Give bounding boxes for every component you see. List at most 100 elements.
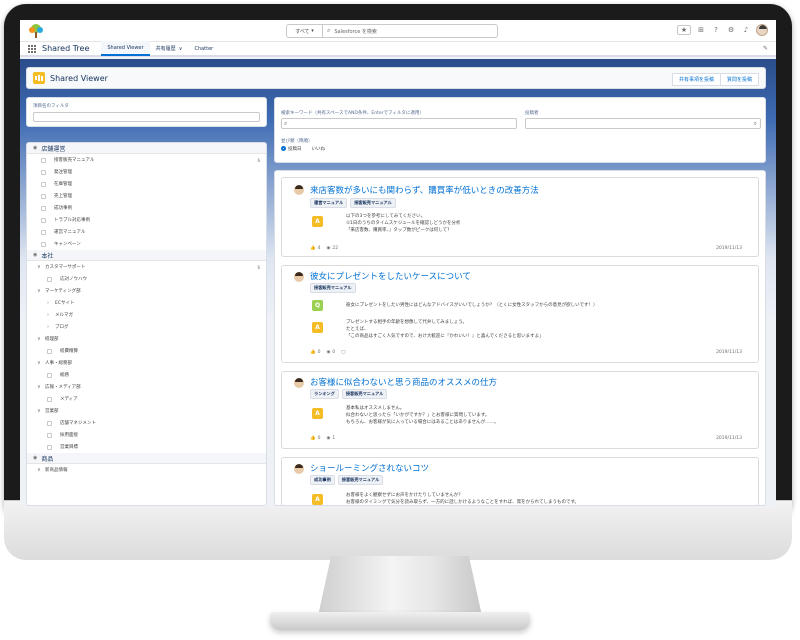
post-title-link[interactable]: お客様に似合わないと思う商品のオススメの仕方 — [310, 376, 497, 388]
poster-input[interactable]: ⌕ — [525, 118, 761, 129]
app-launcher-icon[interactable] — [28, 44, 36, 53]
chevron-down-icon[interactable]: ∨ — [37, 288, 42, 294]
gear-icon[interactable]: ⚙ — [726, 25, 736, 35]
chevron-right-icon[interactable]: › — [47, 312, 52, 318]
chevron-down-icon[interactable]: ∨ — [37, 360, 42, 366]
tag[interactable]: 成功事例 — [310, 475, 335, 485]
text-line: 以下の3つを参考にしてみてください。 — [346, 214, 426, 219]
tree-item[interactable]: ∨ 経理部 — [27, 333, 266, 345]
post-title-link[interactable]: ショールーミングされないコツ — [310, 462, 429, 474]
tree-item[interactable]: 採用面接 — [27, 429, 266, 441]
thumbs-up-icon[interactable]: 👍 — [310, 350, 316, 355]
chevron-down-icon[interactable]: ∨ — [37, 467, 42, 473]
tree-item[interactable]: 営業目標 — [27, 441, 266, 453]
edit-pencil-icon[interactable]: ✎ — [763, 45, 768, 52]
checkbox[interactable] — [41, 181, 46, 187]
tree-item[interactable]: 売上管理 — [27, 190, 266, 202]
checkbox[interactable] — [41, 217, 46, 223]
thumbs-up-icon[interactable]: 👍 — [310, 436, 316, 441]
tag[interactable]: ランキング — [310, 389, 339, 399]
tree-item[interactable]: 在庫管理 — [27, 178, 266, 190]
tree-item[interactable]: 成功事例 — [27, 202, 266, 214]
chevron-down-icon[interactable]: ∨ — [37, 384, 42, 390]
expand-icon[interactable]: ◉ — [33, 145, 37, 151]
radio-post-date[interactable] — [281, 146, 286, 151]
tree-item-label: 成功事例 — [54, 206, 72, 211]
checkbox[interactable] — [41, 193, 46, 199]
checkbox[interactable] — [41, 169, 46, 175]
post-share-button[interactable]: 共有事項を投稿 — [671, 73, 721, 86]
tab-shared-viewer[interactable]: Shared Viewer — [101, 41, 150, 56]
tree-item[interactable]: 経費精算 — [27, 345, 266, 357]
checkbox[interactable] — [47, 396, 52, 402]
checkbox[interactable] — [47, 432, 52, 438]
tree-item[interactable]: ∨ カスタマーサポート 6 — [27, 261, 266, 273]
post-title-link[interactable]: 来店客数が多いにも関わらず、購買率が低いときの改善方法 — [310, 184, 539, 196]
checkbox[interactable] — [47, 444, 52, 450]
tab-chatter[interactable]: Chatter — [188, 41, 219, 56]
tree-section-products[interactable]: ◉ 商品 — [27, 453, 266, 464]
author-avatar — [294, 378, 304, 388]
help-icon[interactable]: ? — [711, 25, 721, 35]
chevron-down-icon[interactable]: ∨ — [37, 336, 42, 342]
tree-item[interactable]: メディア — [27, 393, 266, 405]
tree-item[interactable]: 接客販売マニュアル 6 — [27, 154, 266, 166]
checkbox[interactable] — [47, 276, 52, 282]
chevron-down-icon[interactable]: ∨ — [37, 408, 42, 414]
chevron-right-icon[interactable]: › — [47, 324, 52, 330]
comment-icon[interactable]: ▢ — [341, 350, 345, 355]
tree-item[interactable]: ∨ マーケティング部 — [27, 285, 266, 297]
global-search[interactable]: すべて ▾ ⌕ Salesforce を検索 — [286, 24, 498, 38]
tag[interactable]: 接客販売マニュアル — [310, 283, 356, 293]
answer-text: プレゼントする相手の年齢を想像して代弁してみましょう。 たとえば、 「この商品は… — [346, 319, 544, 340]
eye-icon: ◉ — [326, 436, 331, 441]
tag[interactable]: 接客販売マニュアル — [350, 198, 396, 208]
tree-item[interactable]: › ECサイト — [27, 297, 266, 309]
tree-item[interactable]: 運営マニュアル — [27, 226, 266, 238]
user-avatar[interactable] — [756, 24, 768, 36]
post-question-button[interactable]: 質問を投稿 — [720, 73, 759, 86]
eye-icon: ◉ — [326, 350, 331, 355]
tree-item[interactable]: 店舗マネジメント — [27, 417, 266, 429]
tree-item[interactable]: 発注管理 — [27, 166, 266, 178]
favorites-star-icon[interactable]: ★ — [677, 25, 691, 35]
search-scope-dropdown[interactable]: すべて ▾ — [287, 25, 323, 37]
post-title-link[interactable]: 彼女にプレゼントをしたいケースについて — [310, 270, 471, 282]
checkbox[interactable] — [41, 241, 46, 247]
chevron-right-icon[interactable]: › — [47, 300, 52, 306]
chevron-down-icon[interactable]: ∨ — [37, 264, 42, 270]
expand-icon[interactable]: ◉ — [33, 455, 37, 461]
item-filter-input[interactable] — [33, 112, 260, 122]
keyword-input[interactable]: ⌕ — [281, 118, 517, 129]
tab-share-history[interactable]: 共有履歴 ∨ — [150, 41, 189, 56]
tree-section-store-ops[interactable]: ◉ 店舗運営 — [27, 143, 266, 154]
add-icon[interactable]: ⊞ — [696, 25, 706, 35]
tree-section-headquarters[interactable]: ◉ 本社 — [27, 250, 266, 261]
tree-item[interactable]: › メルマガ — [27, 309, 266, 321]
tree-item[interactable]: トラブル対応事例 — [27, 214, 266, 226]
tree-item[interactable]: ∨ 新商品情報 — [27, 464, 266, 476]
tree-item[interactable]: ∨ 人事・総務部 — [27, 357, 266, 369]
thumbs-up-icon[interactable]: 👍 — [310, 246, 316, 251]
tree-item[interactable]: キャンペーン — [27, 238, 266, 250]
checkbox[interactable] — [41, 157, 46, 163]
tag[interactable]: 接客販売マニュアル — [341, 389, 388, 399]
tree-item[interactable]: › ブログ — [27, 321, 266, 333]
tree-item[interactable]: ∨ 広報・メディア部 — [27, 381, 266, 393]
monitor-chin — [4, 500, 792, 560]
chevron-down-icon[interactable]: ∨ — [179, 46, 183, 52]
expand-icon[interactable]: ◉ — [33, 252, 37, 258]
checkbox[interactable] — [47, 420, 52, 426]
checkbox[interactable] — [41, 229, 46, 235]
tag[interactable]: 接客販売マニュアル — [337, 475, 384, 485]
tree-item[interactable]: 総務 — [27, 369, 266, 381]
tree-item[interactable]: ∨ 営業部 — [27, 405, 266, 417]
tag[interactable]: 運営マニュアル — [310, 198, 348, 208]
author-avatar — [294, 185, 304, 195]
checkbox[interactable] — [47, 372, 52, 378]
monitor-stand-base — [270, 612, 530, 630]
checkbox[interactable] — [41, 205, 46, 211]
checkbox[interactable] — [47, 348, 52, 354]
tree-item[interactable]: 応対ノウハウ — [27, 273, 266, 285]
bell-icon[interactable]: ♪ — [741, 25, 751, 35]
